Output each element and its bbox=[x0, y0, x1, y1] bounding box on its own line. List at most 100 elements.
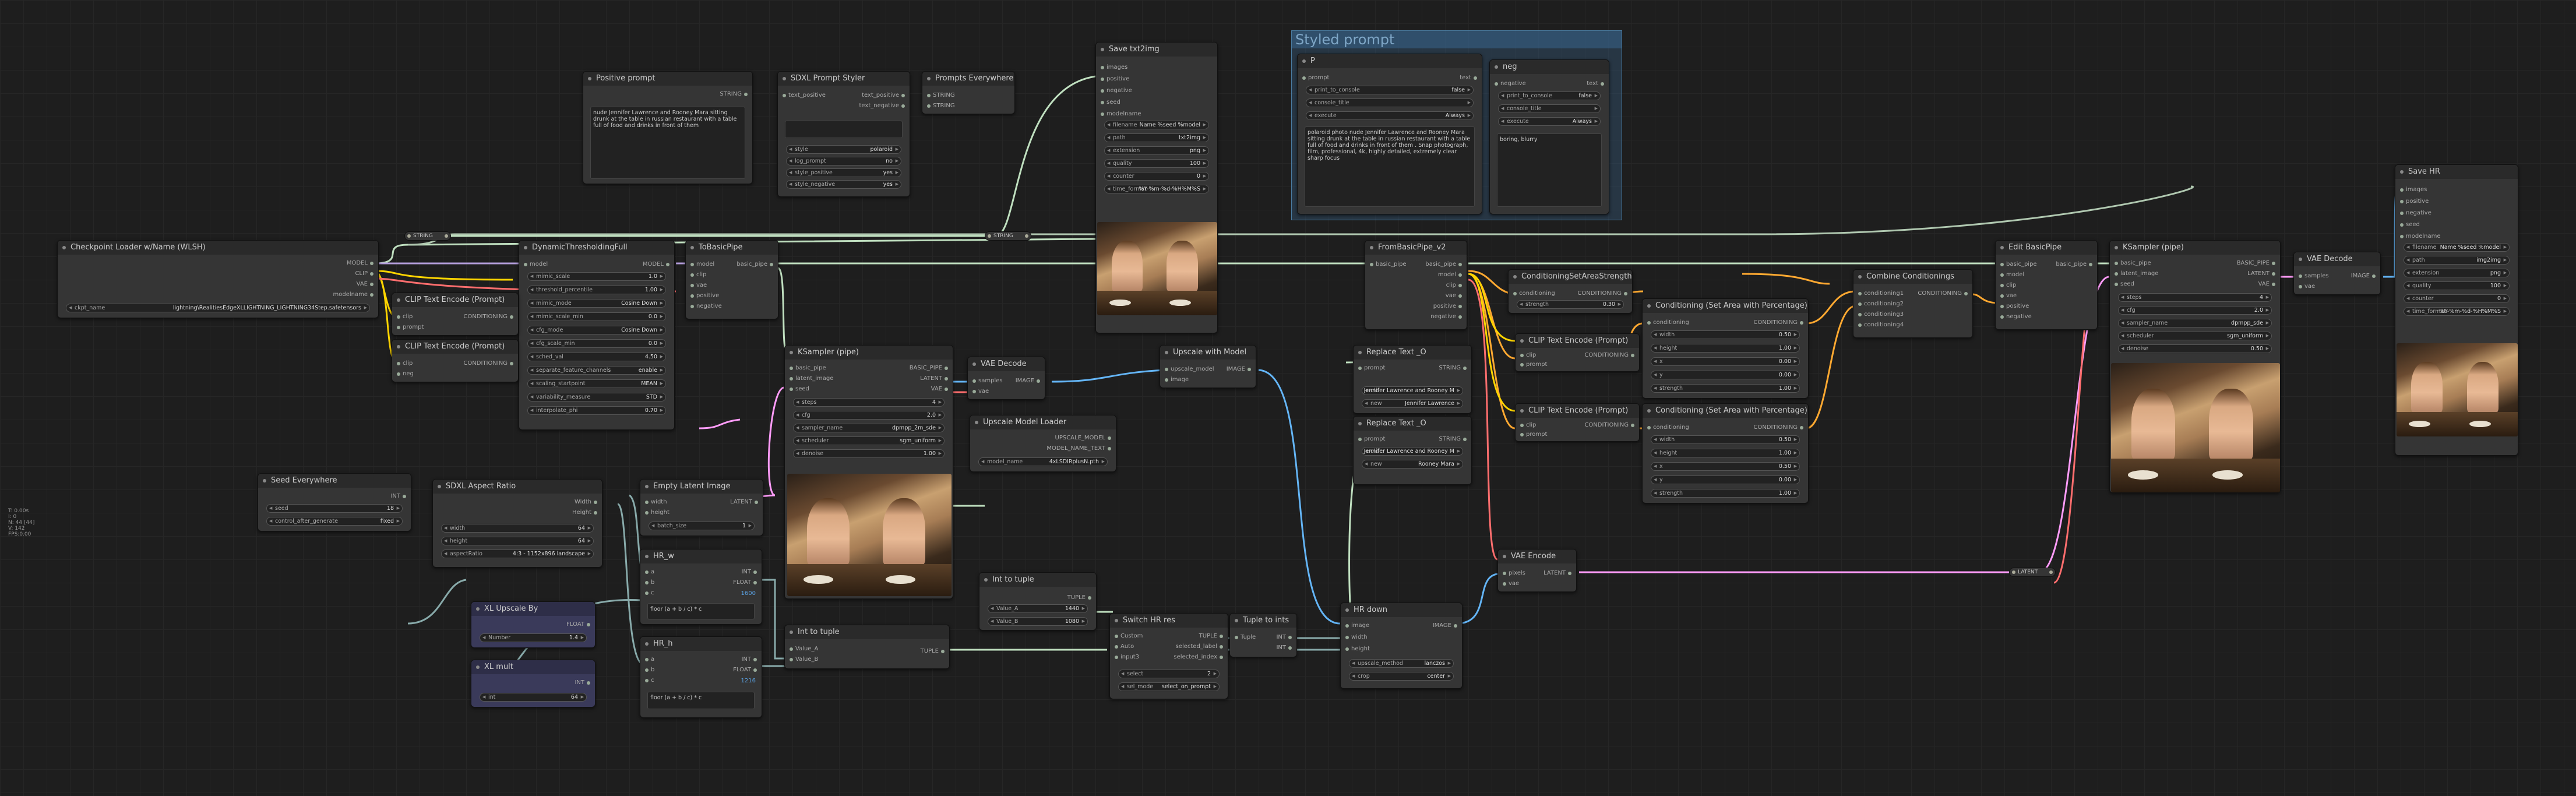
widget-interpolate-phi[interactable]: interpolate_phi0.70 bbox=[527, 406, 666, 415]
widget-filename[interactable]: filenameName %seed %model bbox=[1104, 121, 1209, 129]
output-model-name-text[interactable]: MODEL_NAME_TEXT bbox=[1046, 445, 1111, 453]
input-tuple[interactable]: Tuple bbox=[1235, 633, 1256, 642]
node-title[interactable]: SDXL Aspect Ratio bbox=[433, 480, 602, 494]
node-prompts-everywhere[interactable]: Prompts Everywhere STRING STRING bbox=[922, 71, 1015, 114]
node-title[interactable]: VAE Encode bbox=[1498, 550, 1576, 563]
input-model[interactable]: model bbox=[524, 260, 548, 269]
output-conditioning[interactable]: CONDITIONING bbox=[1918, 290, 1968, 298]
output-basic-pipe[interactable]: basic_pipe bbox=[1425, 260, 1462, 269]
input-seed[interactable]: seed bbox=[790, 385, 809, 393]
input-latent-image[interactable]: latent_image bbox=[790, 375, 833, 383]
widget-variability-measure[interactable]: variability_measureSTD bbox=[527, 393, 666, 401]
widget-new[interactable]: newRooney Mara bbox=[1362, 460, 1463, 469]
input-neg[interactable]: neg bbox=[397, 370, 414, 378]
node-clip-encode-negative[interactable]: CLIP Text Encode (Prompt) clip neg CONDI… bbox=[392, 339, 519, 382]
neg-textarea[interactable]: boring, blurry bbox=[1497, 133, 1602, 207]
widget-path[interactable]: pathimg2img bbox=[2404, 256, 2510, 265]
output-tuple[interactable]: TUPLE bbox=[921, 647, 945, 656]
input-clip[interactable]: clip bbox=[2000, 281, 2016, 290]
input-positive[interactable]: positive bbox=[1101, 75, 1129, 83]
input-height[interactable]: height bbox=[1345, 645, 1370, 653]
node-title[interactable]: CLIP Text Encode (Prompt) bbox=[1516, 334, 1639, 348]
output-conditioning[interactable]: CONDITIONING bbox=[1584, 421, 1634, 429]
widget-x[interactable]: x0.50 bbox=[1651, 462, 1800, 471]
widget-quality[interactable]: quality100 bbox=[1104, 159, 1209, 168]
node-clip-encode-area-2[interactable]: CLIP Text Encode (Prompt) clip prompt CO… bbox=[1515, 403, 1640, 442]
input-positive[interactable]: positive bbox=[2000, 302, 2029, 311]
output-int[interactable]: INT bbox=[741, 656, 757, 664]
widget-console-title[interactable]: console_title bbox=[1498, 104, 1601, 113]
widget-new[interactable]: newJennifer Lawrence bbox=[1362, 399, 1463, 408]
negative-textarea[interactable] bbox=[785, 121, 903, 138]
node-hr-w[interactable]: HR_w a b c INT FLOAT 1600 floor (a + b /… bbox=[640, 549, 762, 625]
input-negative[interactable]: negative bbox=[2000, 313, 2032, 321]
node-title[interactable]: Replace Text _O bbox=[1354, 417, 1471, 431]
widget-separate-feature-channels[interactable]: separate_feature_channelsenable bbox=[527, 366, 666, 375]
widget-sampler-name[interactable]: sampler_namedpmpp_2m_sde bbox=[793, 424, 945, 432]
widget-width[interactable]: width64 bbox=[441, 524, 594, 533]
node-dynamic-thresholding[interactable]: DynamicThresholdingFull model MODEL mimi… bbox=[519, 240, 675, 430]
node-xl-mult[interactable]: XL mult INT int64 bbox=[471, 660, 595, 707]
output-upscale-model[interactable]: UPSCALE_MODEL bbox=[1055, 434, 1112, 442]
output-basic-pipe[interactable]: basic_pipe bbox=[736, 260, 773, 269]
widget-time-format[interactable]: time_format%Y-%m-%d-%H%M%S bbox=[1104, 185, 1209, 193]
input-negative[interactable]: negative bbox=[1101, 87, 1132, 95]
widget-seed[interactable]: seed18 bbox=[266, 504, 403, 513]
input-conditioning4[interactable]: conditioning4 bbox=[1858, 321, 1904, 329]
input-c[interactable]: c bbox=[645, 677, 654, 685]
widget-mimic-mode[interactable]: mimic_modeCosine Down bbox=[527, 299, 666, 308]
input-width[interactable]: width bbox=[645, 498, 667, 506]
input-prompt[interactable]: prompt bbox=[1358, 435, 1385, 443]
output-model[interactable]: model bbox=[1438, 271, 1463, 279]
input-vae[interactable]: vae bbox=[690, 281, 707, 290]
output-int-1[interactable]: INT bbox=[1276, 633, 1292, 642]
output-basic-pipe[interactable]: basic_pipe bbox=[2056, 260, 2092, 269]
output-int-2[interactable]: INT bbox=[1276, 644, 1292, 652]
node-vae-encode[interactable]: VAE Encode pixels vae LATENT bbox=[1497, 549, 1577, 592]
prompt-textarea[interactable]: nude Jennifer Lawrence and Rooney Mara s… bbox=[590, 107, 745, 179]
input-images[interactable]: images bbox=[2400, 186, 2427, 194]
output-string[interactable]: STRING bbox=[720, 90, 748, 98]
node-empty-latent-image[interactable]: Empty Latent Image width height LATENT b… bbox=[640, 479, 763, 536]
widget-old[interactable]: oldJennifer Lawrence and Rooney M bbox=[1362, 447, 1463, 456]
widget-denoise[interactable]: denoise1.00 bbox=[793, 449, 945, 458]
input-negative[interactable]: negative bbox=[1495, 80, 1526, 88]
node-title[interactable]: Upscale with Model bbox=[1160, 346, 1256, 360]
input-conditioning3[interactable]: conditioning3 bbox=[1858, 311, 1904, 319]
input-c[interactable]: c bbox=[645, 589, 654, 597]
reroute-string-2[interactable]: STRING bbox=[985, 231, 1031, 241]
node-title[interactable]: Empty Latent Image bbox=[640, 480, 763, 494]
widget-scaling-startpoint[interactable]: scaling_startpointMEAN bbox=[527, 379, 666, 388]
output-basic-pipe[interactable]: BASIC_PIPE bbox=[2237, 259, 2276, 267]
node-title[interactable]: Int to tuple bbox=[785, 625, 949, 639]
output-text[interactable]: text bbox=[1460, 74, 1477, 82]
widget-style[interactable]: stylepolaroid bbox=[786, 145, 901, 154]
widget-height[interactable]: height1.00 bbox=[1651, 344, 1800, 353]
input-value-b[interactable]: Value_B bbox=[790, 656, 818, 664]
output-vae[interactable]: VAE bbox=[931, 385, 949, 393]
node-title[interactable]: CLIP Text Encode (Prompt) bbox=[392, 293, 518, 307]
output-clip[interactable]: CLIP bbox=[355, 270, 373, 278]
input-prompt[interactable]: prompt bbox=[1520, 431, 1547, 439]
widget-print-to-console[interactable]: print_to_consolefalse bbox=[1498, 91, 1601, 100]
input-negative[interactable]: negative bbox=[2400, 209, 2431, 217]
output-width[interactable]: Width bbox=[575, 498, 598, 506]
node-title[interactable]: Replace Text _O bbox=[1354, 346, 1471, 360]
output-tuple[interactable]: TUPLE bbox=[1067, 594, 1092, 602]
input-conditioning[interactable]: conditioning bbox=[1647, 424, 1689, 432]
widget-style-negative[interactable]: style_negativeyes bbox=[786, 180, 901, 189]
widget-execute[interactable]: executeAlways bbox=[1498, 117, 1601, 126]
node-title[interactable]: XL mult bbox=[471, 660, 595, 674]
output-int[interactable]: INT bbox=[741, 568, 757, 576]
output-image[interactable]: IMAGE bbox=[1433, 622, 1458, 630]
widget-threshold-percentile[interactable]: threshold_percentile1.00 bbox=[527, 286, 666, 294]
widget-mimic-scale-min[interactable]: mimic_scale_min0.0 bbox=[527, 312, 666, 321]
widget-height[interactable]: height1.00 bbox=[1651, 449, 1800, 457]
input-basic-pipe[interactable]: basic_pipe bbox=[2000, 260, 2037, 269]
node-title[interactable]: Seed Everywhere bbox=[258, 474, 411, 488]
node-clip-encode-positive[interactable]: CLIP Text Encode (Prompt) clip prompt CO… bbox=[392, 293, 519, 336]
input-string-1[interactable]: STRING bbox=[927, 91, 955, 100]
node-int-to-tuple-2[interactable]: Int to tuple Value_A Value_B TUPLE bbox=[784, 625, 950, 669]
input-3[interactable]: input3 bbox=[1115, 653, 1139, 661]
input-pixels[interactable]: pixels bbox=[1503, 569, 1525, 577]
